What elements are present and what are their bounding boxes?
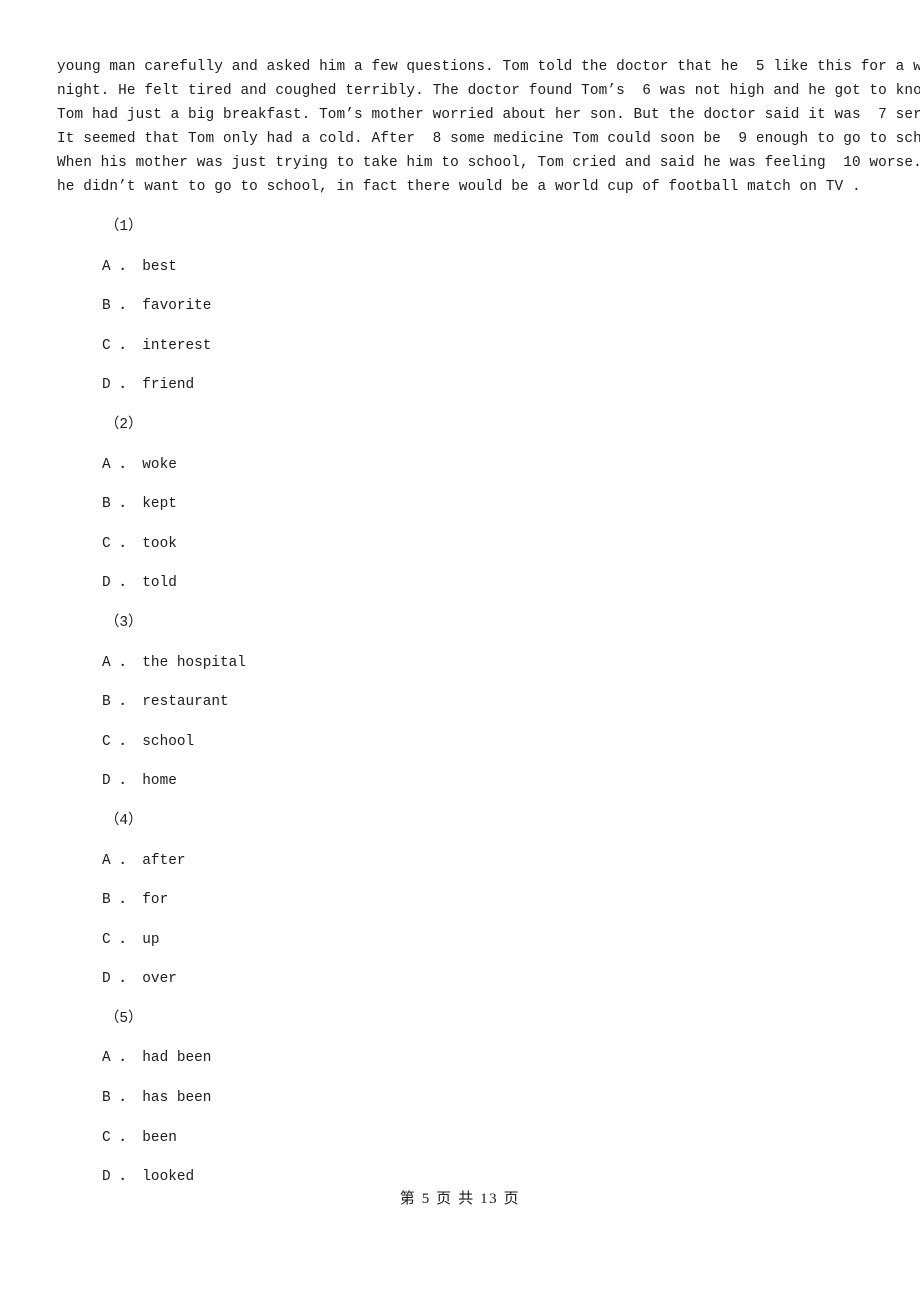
option-b[interactable]: B ． restaurant [57,683,864,723]
question-number: （1） [105,219,143,235]
question-group: （5） A ． had been B ． has been C ． been D… [57,1000,864,1198]
option-b[interactable]: B ． kept [57,485,864,525]
option-c[interactable]: C ． school [57,723,864,763]
passage-line: Tom had just a big breakfast. Tom’s moth… [57,107,920,123]
question-list: （1） A ． best B ． favorite C ． interest D… [57,208,864,1198]
option-d[interactable]: D ． friend [57,366,864,406]
question-group: （2） A ． woke B ． kept C ． took D ． told [57,406,864,604]
option-d[interactable]: D ． over [57,960,864,1000]
passage-line: When his mother was just trying to take … [57,155,920,171]
question-number: （2） [105,416,143,433]
question-number: （5） [105,1010,143,1027]
option-c[interactable]: C ． interest [57,327,864,367]
passage-line: night. He felt tired and coughed terribl… [57,83,920,99]
option-d[interactable]: D ． home [57,762,864,802]
option-d[interactable]: D ． told [57,564,864,604]
passage-line: he didn’t want to go to school, in fact … [57,179,861,195]
reading-passage: young man carefully and asked him a few … [57,55,920,199]
option-a[interactable]: A ． had been [57,1039,864,1079]
question-group: （3） A ． the hospital B ． restaurant C ． … [57,604,864,802]
passage-line: It seemed that Tom only had a cold. Afte… [57,131,920,147]
passage-line: young man carefully and asked him a few … [57,59,920,75]
page-footer: 第 5 页 共 13 页 [0,1188,920,1210]
question-group: （4） A ． after B ． for C ． up D ． over [57,802,864,1000]
option-b[interactable]: B ． for [57,881,864,921]
option-a[interactable]: A ． woke [57,446,864,486]
option-c[interactable]: C ． up [57,921,864,961]
option-b[interactable]: B ． has been [57,1079,864,1119]
question-number: （3） [105,614,143,631]
option-c[interactable]: C ． been [57,1119,864,1159]
option-b[interactable]: B ． favorite [57,287,864,327]
option-a[interactable]: A ． the hospital [57,644,864,684]
option-a[interactable]: A ． after [57,842,864,882]
question-number: （4） [105,812,143,829]
option-c[interactable]: C ． took [57,525,864,565]
option-a[interactable]: A ． best [57,248,864,288]
page-number-label: 第 5 页 共 13 页 [399,1191,521,1207]
question-group: （1） A ． best B ． favorite C ． interest D… [57,208,864,406]
document-page: young man carefully and asked him a few … [0,0,920,1302]
